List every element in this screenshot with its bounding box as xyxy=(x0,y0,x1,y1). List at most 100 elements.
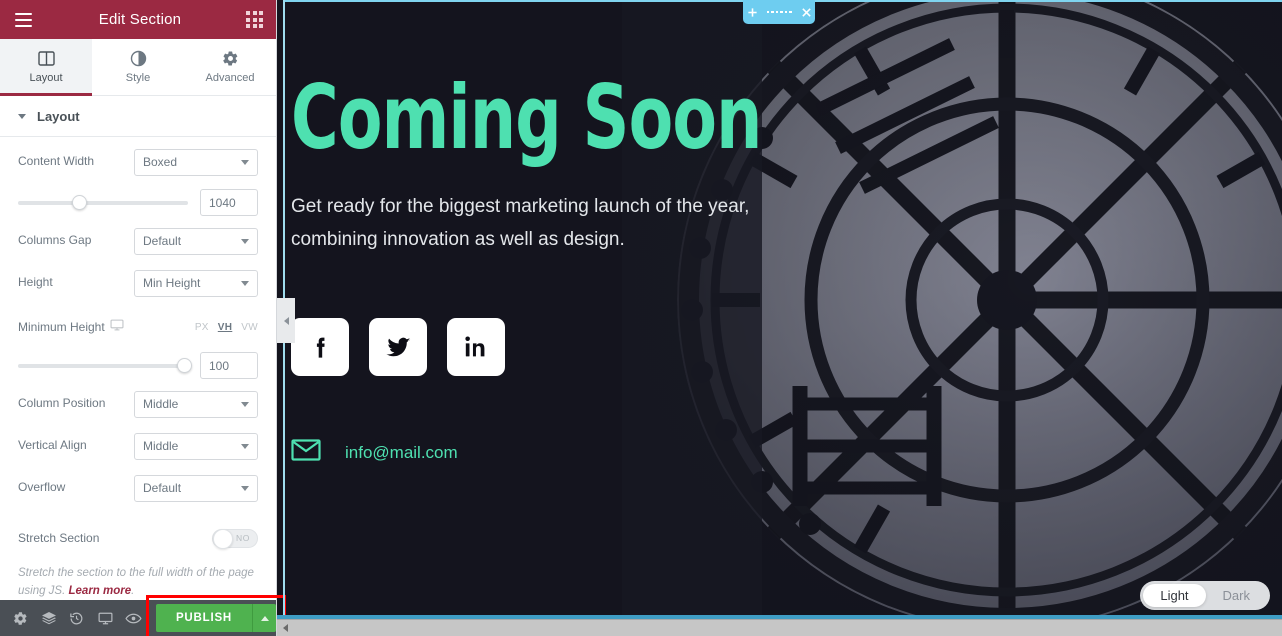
gear-icon xyxy=(222,50,239,67)
theme-option-dark[interactable]: Dark xyxy=(1206,584,1267,607)
section-layout-title: Layout xyxy=(37,108,80,124)
panel-tabs: Layout Style Advanced xyxy=(0,39,276,96)
publish-group: PUBLISH xyxy=(145,595,287,636)
content-width-label: Content Width xyxy=(18,154,95,169)
control-column-position: Column Position Middle xyxy=(0,387,276,421)
learn-more-link[interactable]: Learn more xyxy=(69,585,132,597)
contrast-half-circle-icon xyxy=(130,50,147,67)
page-content: Coming Soon Get ready for the biggest ma… xyxy=(291,74,851,467)
scrollbar-thumb[interactable] xyxy=(293,619,1282,636)
elementor-editor: Edit Section Layout Style Advanced Layou… xyxy=(0,0,1282,636)
horizontal-scrollbar[interactable] xyxy=(277,619,1282,636)
slider-handle[interactable] xyxy=(71,195,87,210)
unit-vw[interactable]: VW xyxy=(241,322,258,333)
slider-handle[interactable] xyxy=(177,358,193,373)
tab-advanced-label: Advanced xyxy=(205,72,255,84)
chevron-down-icon xyxy=(241,486,249,491)
email-row: info@mail.com xyxy=(291,438,851,467)
control-stretch-section: Stretch Section NO xyxy=(0,521,276,555)
content-width-slider[interactable] xyxy=(18,195,188,210)
envelope-mail-icon xyxy=(291,438,321,467)
social-icons-list xyxy=(291,318,851,377)
preview-canvas: Coming Soon Get ready for the biggest ma… xyxy=(277,0,1282,636)
minimum-height-number: 100 xyxy=(209,358,230,373)
minimum-height-slider[interactable] xyxy=(18,358,193,373)
minimum-height-slider-row: 100 xyxy=(0,352,276,379)
unit-vh[interactable]: VH xyxy=(218,322,233,333)
overflow-select[interactable]: Default xyxy=(134,474,258,502)
tab-style[interactable]: Style xyxy=(92,39,184,95)
column-position-value: Middle xyxy=(143,397,179,411)
overflow-value: Default xyxy=(143,481,182,495)
page-preview: Coming Soon Get ready for the biggest ma… xyxy=(277,0,1282,636)
content-width-select[interactable]: Boxed xyxy=(134,148,258,176)
control-overflow: Overflow Default xyxy=(0,471,276,505)
widgets-grid-icon[interactable] xyxy=(244,9,266,31)
facebook-icon[interactable] xyxy=(291,318,349,377)
responsive-mode-icon[interactable] xyxy=(91,600,119,636)
add-section-plus-icon[interactable] xyxy=(747,7,758,18)
height-select[interactable]: Min Height xyxy=(134,269,258,297)
stretch-section-toggle[interactable]: NO xyxy=(212,528,258,549)
collapse-panel-chevron-icon[interactable] xyxy=(277,298,295,343)
content-width-number: 1040 xyxy=(209,195,236,210)
twitter-icon[interactable] xyxy=(369,318,427,377)
control-minimum-height: Minimum Height PX VH VW xyxy=(0,312,276,342)
chevron-down-icon xyxy=(241,281,249,286)
help-text-before: Stretch the section to the full width of… xyxy=(18,567,254,597)
columns-gap-select[interactable]: Default xyxy=(134,227,258,255)
chevron-down-icon xyxy=(241,402,249,407)
height-value: Min Height xyxy=(143,276,201,290)
chevron-down-icon xyxy=(241,444,249,449)
chevron-down-icon xyxy=(241,239,249,244)
unit-px[interactable]: PX xyxy=(195,322,209,333)
tab-advanced[interactable]: Advanced xyxy=(184,39,276,95)
column-position-label: Column Position xyxy=(18,396,106,411)
height-label: Height xyxy=(18,275,53,290)
scroll-left-arrow-icon[interactable] xyxy=(277,619,293,636)
content-width-value: Boxed xyxy=(143,155,178,169)
toggle-knob xyxy=(213,528,233,549)
settings-gear-icon[interactable] xyxy=(6,600,34,636)
chevron-down-icon xyxy=(18,113,26,119)
panel-footer: PUBLISH xyxy=(0,595,287,636)
stretch-section-state: NO xyxy=(236,533,250,543)
control-height: Height Min Height xyxy=(0,266,276,300)
help-text-after: . xyxy=(131,584,135,597)
columns-layout-icon xyxy=(37,50,55,67)
tab-layout[interactable]: Layout xyxy=(0,39,92,96)
column-position-select[interactable]: Middle xyxy=(134,390,258,418)
stretch-section-help: Stretch the section to the full width of… xyxy=(0,555,276,600)
email-address[interactable]: info@mail.com xyxy=(345,443,458,463)
minimum-height-input[interactable]: 100 xyxy=(200,352,258,379)
delete-section-x-icon[interactable] xyxy=(801,7,812,18)
control-content-width: Content Width Boxed xyxy=(0,145,276,179)
navigator-layers-icon[interactable] xyxy=(34,600,62,636)
section-layout-header[interactable]: Layout xyxy=(0,96,276,137)
vertical-align-select[interactable]: Middle xyxy=(134,432,258,460)
content-width-input[interactable]: 1040 xyxy=(200,189,258,216)
theme-option-light[interactable]: Light xyxy=(1143,584,1206,607)
desktop-monitor-icon[interactable] xyxy=(110,318,124,337)
page-headline[interactable]: Coming Soon xyxy=(291,74,762,162)
publish-options-button[interactable] xyxy=(252,604,277,632)
columns-gap-label: Columns Gap xyxy=(18,233,92,248)
columns-gap-value: Default xyxy=(143,234,182,248)
section-handle-toolbar xyxy=(743,0,815,24)
hamburger-menu-icon[interactable] xyxy=(10,7,36,33)
panel-content: Layout Content Width Boxed 1040 Columns … xyxy=(0,96,276,600)
vertical-align-value: Middle xyxy=(143,439,179,453)
vertical-align-label: Vertical Align xyxy=(18,438,87,453)
publish-button[interactable]: PUBLISH xyxy=(155,604,253,632)
page-subtext[interactable]: Get ready for the biggest marketing laun… xyxy=(291,191,796,256)
panel-header: Edit Section xyxy=(0,0,276,39)
linkedin-icon[interactable] xyxy=(447,318,505,377)
overflow-label: Overflow xyxy=(18,480,66,495)
history-revisions-icon[interactable] xyxy=(63,600,91,636)
stretch-section-label: Stretch Section xyxy=(18,531,100,545)
control-vertical-align: Vertical Align Middle xyxy=(0,429,276,463)
preview-eye-icon[interactable] xyxy=(120,600,148,636)
panel-title: Edit Section xyxy=(98,11,182,28)
minimum-height-units: PX VH VW xyxy=(195,322,258,333)
drag-section-grid-icon[interactable] xyxy=(766,10,792,14)
